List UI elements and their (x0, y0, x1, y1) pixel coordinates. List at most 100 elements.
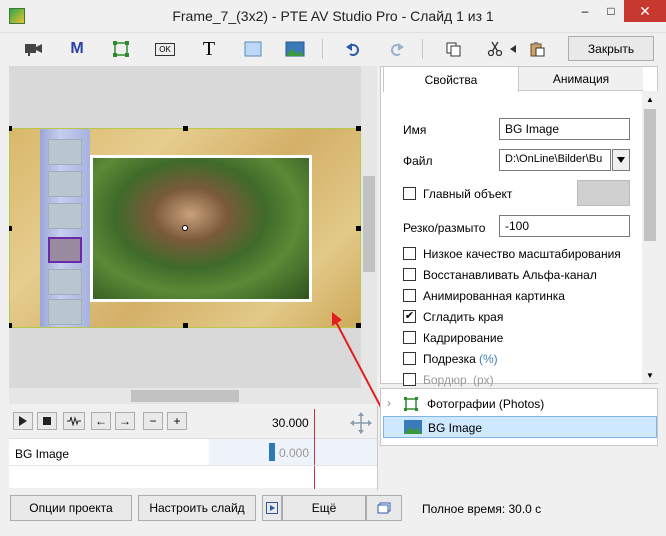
copy-button[interactable] (440, 37, 466, 61)
file-browse-dropdown[interactable] (612, 149, 630, 171)
name-label: Имя (403, 123, 427, 137)
prev-keyframe-button[interactable]: ← (91, 412, 111, 430)
window-title: Frame_7_(3x2) - PTE AV Studio Pro - Слай… (172, 8, 494, 24)
add-image-button[interactable] (282, 37, 308, 61)
app-window: Frame_7_(3x2) - PTE AV Studio Pro - Слай… (0, 0, 666, 536)
maximize-button[interactable]: □ (598, 0, 624, 22)
family-photo[interactable] (90, 155, 312, 302)
option-label: Кадрирование (423, 331, 504, 345)
sharpness-label: Резко/размыто (403, 221, 486, 235)
option-checkbox[interactable] (403, 289, 416, 302)
tree-item-bg-image[interactable]: BG Image (383, 416, 657, 438)
video-camera-icon (25, 44, 42, 56)
play-button[interactable] (13, 412, 33, 430)
film-strip-frame (40, 129, 90, 327)
name-input[interactable]: BG Image (499, 118, 630, 140)
total-time: Полное время: 30.0 с (422, 502, 542, 516)
image-icon (404, 420, 422, 434)
tree-item-label: Фотографии (Photos) (427, 397, 545, 411)
rectangle-icon (244, 41, 262, 57)
main-object-color-swatch[interactable] (577, 180, 630, 206)
cut-button[interactable] (482, 37, 508, 61)
keyframe-marker[interactable] (269, 443, 275, 461)
option-checkbox[interactable] (403, 268, 416, 281)
scroll-thumb[interactable] (644, 109, 656, 241)
text-icon: T (202, 37, 216, 60)
strip-thumb-active (48, 237, 82, 263)
center-point-icon (182, 225, 188, 231)
scroll-thumb[interactable] (363, 176, 375, 272)
minimize-button[interactable]: – (572, 0, 598, 22)
tree-item-photos[interactable]: › Фотографии (Photos) (381, 393, 657, 415)
option-checkbox[interactable] (403, 352, 416, 365)
sharpness-input[interactable]: -100 (499, 215, 630, 237)
add-mask-button[interactable]: M (64, 37, 90, 61)
close-window-button[interactable]: ✕ (624, 0, 666, 22)
ok-button-icon: OK (155, 42, 175, 56)
preview-slide-button[interactable] (262, 495, 282, 521)
paste-icon (530, 42, 545, 57)
mask-icon: M (70, 40, 84, 57)
strip-thumb (48, 269, 82, 295)
resize-handle[interactable] (9, 323, 12, 328)
paste-button[interactable] (524, 37, 550, 61)
tab-animation[interactable]: Анимация (519, 67, 643, 91)
add-keyframe-button[interactable]: + (167, 412, 187, 430)
play-slide-icon (266, 502, 278, 514)
tab-properties[interactable]: Свойства (383, 66, 519, 92)
arrow-right-icon: → (119, 414, 131, 428)
scroll-down-icon[interactable]: ▼ (646, 371, 654, 380)
project-options-button[interactable]: Опции проекта (10, 495, 132, 521)
stop-icon (43, 417, 51, 425)
keyframe-time: 0.000 (279, 446, 310, 460)
add-button-object[interactable]: OK (152, 37, 178, 61)
add-frame-button[interactable] (108, 37, 134, 61)
add-video-button[interactable] (20, 37, 46, 61)
delete-keyframe-button[interactable]: − (143, 412, 163, 430)
more-button[interactable]: Ещё (282, 495, 366, 521)
strip-thumb (48, 299, 82, 325)
undo-button[interactable] (340, 37, 366, 61)
add-rectangle-button[interactable] (240, 37, 266, 61)
next-keyframe-button[interactable]: → (115, 412, 135, 430)
resize-handle[interactable] (183, 126, 188, 131)
track-label: BG Image (15, 447, 70, 461)
undo-icon (346, 43, 359, 56)
resize-handle[interactable] (9, 226, 12, 231)
option-checkbox[interactable] (403, 247, 416, 260)
properties-scrollbar[interactable]: ▲ ▼ (642, 91, 658, 383)
close-editor-button[interactable]: Закрыть (568, 36, 654, 61)
option-label: Бордюр (423, 373, 467, 387)
option-suffix: (px) (473, 373, 494, 387)
option-checkbox[interactable] (403, 373, 416, 386)
slide-list-button[interactable] (366, 495, 402, 521)
file-label: Файл (403, 154, 433, 168)
toolbar-separator (322, 39, 323, 59)
stop-button[interactable] (37, 412, 57, 430)
add-text-button[interactable]: T (196, 37, 222, 61)
timeline-track-area[interactable]: BG Image 0.000 (9, 409, 377, 489)
resize-handle[interactable] (9, 126, 12, 131)
resize-handle[interactable] (183, 323, 188, 328)
redo-button[interactable] (384, 37, 410, 61)
move-icon[interactable] (348, 410, 374, 436)
chevron-right-icon[interactable]: › (387, 396, 391, 410)
arrow-left-icon: ← (95, 414, 107, 428)
option-checkbox[interactable] (403, 331, 416, 344)
option-checkbox[interactable]: ✔ (403, 310, 416, 323)
main-object-checkbox[interactable] (403, 187, 416, 200)
slide-background-image[interactable] (9, 126, 361, 328)
playhead-line[interactable] (314, 409, 315, 489)
play-icon (19, 416, 27, 426)
strip-thumb (48, 203, 82, 229)
scroll-up-icon[interactable]: ▲ (646, 95, 654, 104)
customize-slide-button[interactable]: Настроить слайд (138, 495, 256, 521)
scroll-thumb[interactable] (131, 390, 239, 402)
file-input[interactable]: D:\OnLine\Bilder\Bu (499, 149, 611, 171)
paste-dropdown-arrow[interactable] (506, 37, 520, 61)
waveform-button[interactable] (63, 412, 85, 430)
option-label: Сгладить края (423, 310, 504, 324)
object-tree: › Фотографии (Photos) BG Image (380, 388, 658, 446)
frame-icon (113, 41, 129, 57)
bottom-bar: Опции проекта Настроить слайд Ещё Полное… (0, 490, 666, 536)
